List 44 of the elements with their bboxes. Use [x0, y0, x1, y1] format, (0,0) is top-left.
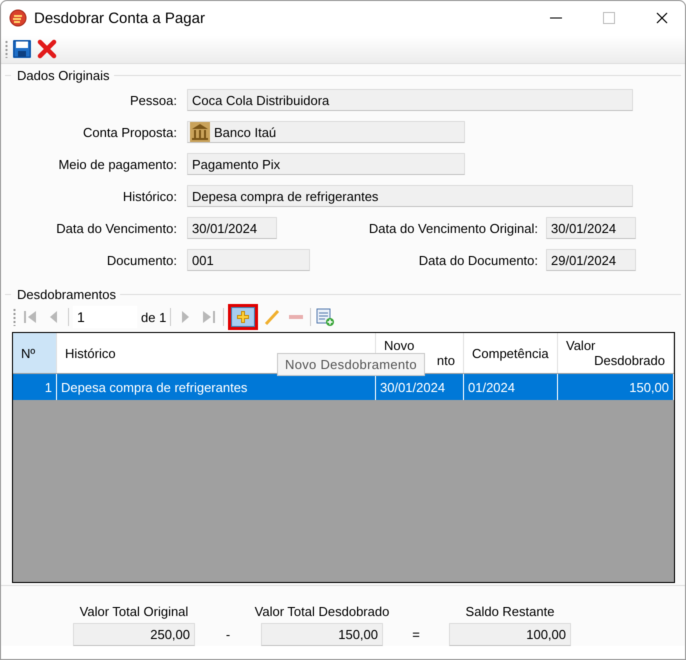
- column-header[interactable]: Competência: [464, 333, 558, 373]
- bank-icon: [190, 122, 210, 142]
- field-label: Data do Vencimento:: [55, 220, 177, 236]
- text-field[interactable]: 001: [187, 249, 310, 271]
- maximize-icon[interactable]: [603, 12, 615, 24]
- app-logo-icon: [9, 9, 27, 27]
- total-label: Saldo Restante: [466, 604, 554, 619]
- tooltip: Novo Desdobramento: [277, 353, 425, 376]
- field-label: Documento:: [106, 252, 177, 268]
- plus-icon[interactable]: [235, 309, 252, 325]
- field-label: Meio de pagamento:: [57, 156, 177, 172]
- total-label: Valor Total Desdobrado: [254, 604, 390, 619]
- account-field[interactable]: Banco Itaú: [187, 121, 465, 143]
- page-count: de 1: [141, 310, 166, 324]
- group-title: Dados Originais: [16, 68, 110, 83]
- total-label: Valor Total Original: [80, 604, 188, 619]
- close-icon[interactable]: [656, 12, 668, 24]
- table-cell: 150,00: [558, 374, 674, 400]
- text-field[interactable]: Coca Cola Distribuidora: [187, 89, 633, 111]
- text-field[interactable]: Pagamento Pix: [187, 153, 465, 175]
- table-cell: 01/2024: [464, 374, 558, 400]
- field-label: Data do Documento:: [418, 252, 538, 268]
- table-cell: 1: [13, 374, 57, 400]
- column-header[interactable]: Nº: [13, 333, 57, 373]
- page-field[interactable]: 1: [73, 306, 137, 328]
- column-header[interactable]: Valor Desdobrado: [558, 333, 674, 373]
- total-field[interactable]: 150,00: [261, 623, 383, 646]
- text-field[interactable]: 29/01/2024: [546, 249, 636, 271]
- field-label: Conta Proposta:: [82, 124, 177, 140]
- text-field[interactable]: 30/01/2024: [187, 217, 277, 239]
- table-row[interactable]: 1 Depesa compra de refrigerantes 30/01/2024 01/2024 150,00: [13, 374, 674, 400]
- text-field[interactable]: Depesa compra de refrigerantes: [187, 185, 633, 207]
- field-label: Histórico:: [122, 188, 177, 204]
- field-value: Banco Itaú: [214, 124, 276, 140]
- text-field[interactable]: 30/01/2024: [546, 217, 636, 239]
- operator-sign: -: [224, 627, 232, 644]
- field-label: Pessoa:: [129, 92, 177, 108]
- total-field[interactable]: 100,00: [449, 623, 571, 646]
- total-field[interactable]: 250,00: [73, 623, 195, 646]
- group-title: Desdobramentos: [16, 287, 117, 302]
- operator-sign: =: [411, 627, 421, 644]
- add-button[interactable]: [228, 304, 258, 330]
- field-label: Data do Vencimento Original:: [368, 220, 538, 236]
- window-title: Desdobrar Conta a Pagar: [34, 10, 206, 26]
